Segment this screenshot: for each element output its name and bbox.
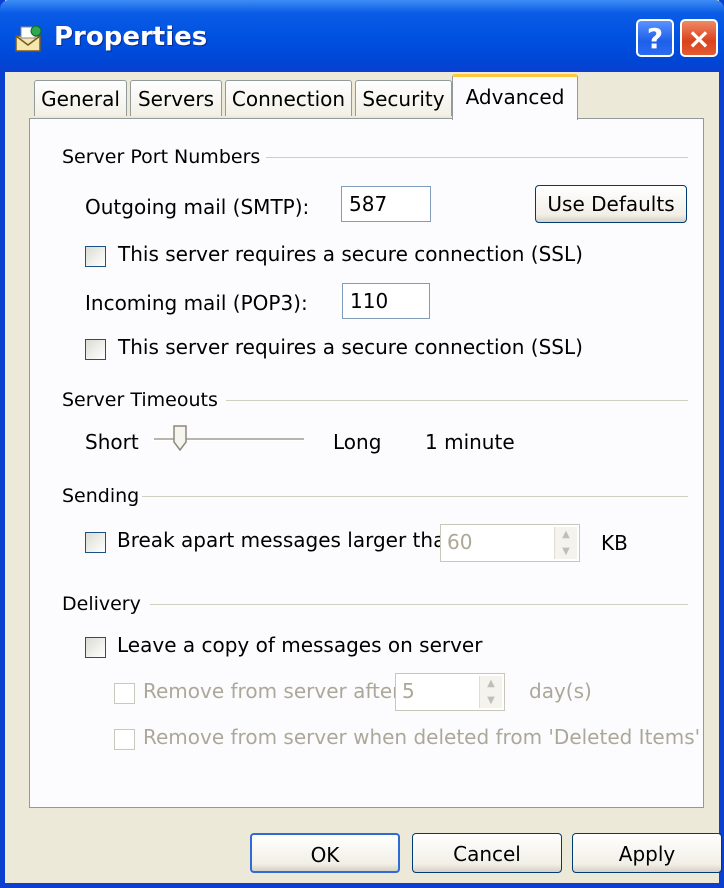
incoming-ssl-label: This server requires a secure connection… — [118, 335, 583, 359]
close-icon: × — [687, 21, 711, 55]
tab-advanced[interactable]: Advanced — [452, 74, 578, 120]
use-defaults-button[interactable]: Use Defaults — [535, 185, 687, 223]
advanced-panel: Server Port Numbers Outgoing mail (SMTP)… — [29, 118, 704, 808]
properties-window: Properties ? × General Servers Connectio… — [0, 0, 724, 888]
group-divider — [142, 496, 688, 497]
server-port-numbers-heading: Server Port Numbers — [62, 146, 261, 168]
tab-general-label: General — [41, 87, 120, 111]
spin-up-icon: ▲ — [487, 678, 495, 689]
help-icon: ? — [646, 21, 664, 55]
remove-after-days-stepper[interactable]: 5 ▲ ▼ — [395, 673, 505, 711]
close-button[interactable]: × — [680, 19, 718, 57]
group-divider — [266, 157, 688, 158]
spin-down-icon: ▼ — [562, 546, 570, 557]
group-divider — [150, 604, 688, 605]
group-divider — [226, 400, 688, 401]
delivery-heading: Delivery — [62, 593, 141, 615]
outgoing-port-input[interactable]: 587 — [341, 186, 431, 222]
leave-copy-label: Leave a copy of messages on server — [117, 633, 483, 657]
remove-after-checkbox[interactable] — [114, 683, 135, 704]
break-apart-unit-label: KB — [601, 531, 628, 555]
timeout-long-label: Long — [333, 430, 382, 454]
tab-connection[interactable]: Connection — [225, 80, 352, 116]
apply-button[interactable]: Apply — [572, 833, 722, 873]
title-bar[interactable]: Properties ? × — [0, 0, 724, 72]
tab-servers[interactable]: Servers — [130, 80, 222, 116]
sending-heading: Sending — [62, 485, 140, 507]
outgoing-ssl-checkbox[interactable] — [85, 246, 106, 267]
tab-connection-label: Connection — [231, 87, 346, 111]
outgoing-ssl-label: This server requires a secure connection… — [118, 242, 583, 266]
spin-arrows[interactable]: ▲ ▼ — [554, 527, 577, 559]
incoming-ssl-checkbox[interactable] — [85, 339, 106, 360]
break-apart-size-value: 60 — [447, 530, 473, 554]
outgoing-mail-label: Outgoing mail (SMTP): — [85, 195, 310, 219]
break-apart-label: Break apart messages larger than — [117, 528, 459, 552]
cancel-button[interactable]: Cancel — [412, 833, 562, 873]
help-button[interactable]: ? — [636, 19, 674, 57]
tab-security-label: Security — [362, 87, 445, 111]
timeout-short-label: Short — [85, 430, 139, 454]
remove-deleted-checkbox[interactable] — [114, 729, 135, 750]
remove-after-unit-label: day(s) — [529, 679, 592, 703]
window-title: Properties — [54, 22, 208, 52]
remove-after-label: Remove from server after — [143, 679, 401, 703]
spin-arrows[interactable]: ▲ ▼ — [479, 676, 502, 708]
ok-button[interactable]: OK — [250, 833, 400, 873]
spin-down-icon: ▼ — [487, 695, 495, 706]
tab-general[interactable]: General — [34, 80, 127, 116]
tab-advanced-label: Advanced — [465, 85, 565, 109]
break-apart-checkbox[interactable] — [85, 532, 106, 553]
timeout-value-label: 1 minute — [425, 430, 515, 454]
break-apart-size-stepper[interactable]: 60 ▲ ▼ — [440, 524, 580, 562]
leave-copy-checkbox[interactable] — [85, 637, 106, 658]
mail-account-icon — [15, 25, 42, 52]
server-timeouts-heading: Server Timeouts — [62, 389, 218, 411]
tab-servers-label: Servers — [137, 87, 214, 111]
incoming-port-input[interactable]: 110 — [342, 283, 430, 319]
spin-up-icon: ▲ — [562, 529, 570, 540]
incoming-mail-label: Incoming mail (POP3): — [85, 291, 308, 315]
remove-deleted-label: Remove from server when deleted from 'De… — [143, 725, 701, 749]
tab-security[interactable]: Security — [355, 80, 452, 116]
slider-thumb-icon[interactable] — [172, 425, 187, 451]
remove-after-days-value: 5 — [402, 679, 415, 703]
